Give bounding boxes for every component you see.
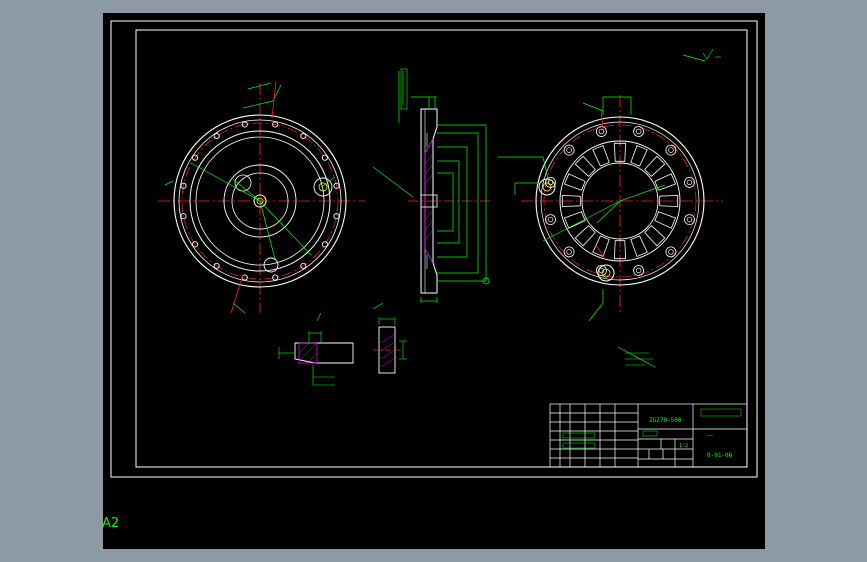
rear-bolt-hole-inner (635, 267, 642, 274)
rear-bolt-hole (563, 144, 575, 156)
radial-slot (654, 211, 677, 229)
detail-a-outline (294, 342, 354, 364)
rear-bolt-hole (545, 214, 556, 226)
sheet-size-label: A2 (102, 516, 120, 531)
rear-bolt-hole (684, 176, 695, 188)
rear-bolt-hole (665, 144, 677, 156)
rear-bolt-hole (633, 265, 644, 276)
inner-frame (135, 29, 748, 468)
roughness-note (702, 48, 721, 60)
material-note-text: —— (707, 433, 714, 439)
detail-view-a[interactable] (278, 312, 354, 386)
detail-a-dimensions (278, 312, 335, 386)
rear-bolt-hole (665, 246, 677, 258)
rear-bolt-hole (595, 126, 607, 137)
radial-slot (630, 235, 648, 258)
rear-bolt-hole (563, 246, 575, 258)
rear-bolt-hole-inner (668, 147, 674, 153)
radial-slot (630, 144, 648, 167)
radial-slot (574, 155, 596, 177)
section-label-box (400, 68, 408, 110)
rear-bolt-hole-inner (547, 216, 554, 223)
angle-ref-line-2 (230, 274, 244, 314)
drawing-number-text: 0-01-06 (707, 452, 733, 459)
title-block-fills (562, 408, 742, 449)
rear-bolt-hole-inner (566, 249, 572, 255)
bolt-hole (213, 133, 220, 140)
radial-slot (644, 155, 666, 177)
rear-bolt-hole-inner (566, 147, 572, 153)
rear-bolt-hole-inner (686, 216, 693, 223)
bolt-hole (300, 133, 307, 140)
rear-bolt-hole-inner (668, 249, 674, 255)
drawing-sheet[interactable]: ZG270-500 1:2 0-01-06 —— (103, 13, 765, 549)
rear-bolt-hole-inner (686, 179, 693, 186)
technical-notes (625, 352, 653, 366)
section-view[interactable] (372, 68, 493, 303)
rear-view-plate[interactable] (498, 54, 723, 368)
rear-dimensions (498, 54, 706, 368)
section-hatch (425, 154, 433, 240)
radial-slot (563, 211, 586, 229)
rear-bolt-hole (684, 214, 695, 226)
angle-ref-line (271, 80, 277, 119)
detail-view-b[interactable] (372, 302, 407, 374)
title-block[interactable]: ZG270-500 1:2 0-01-06 —— (549, 403, 748, 468)
detail-b-dimensions (372, 302, 407, 360)
radial-slot (574, 225, 596, 247)
outer-frame (110, 20, 758, 478)
section-dimensions (372, 71, 490, 303)
rear-bolt-hole-inner (598, 128, 605, 135)
part-number-text: ZG270-500 (649, 417, 682, 424)
front-view-flange[interactable] (158, 80, 365, 314)
cad-drawing[interactable]: ZG270-500 1:2 0-01-06 —— (103, 13, 765, 549)
scale-text: 1:2 (679, 443, 688, 449)
rear-bolt-hole-inner (635, 128, 642, 135)
radial-slot (592, 144, 610, 167)
rear-bolt-hole (633, 126, 644, 137)
bolt-hole (321, 154, 328, 161)
radial-slot (563, 173, 586, 191)
radial-slot (644, 225, 666, 247)
detail-b-hatch (380, 334, 394, 368)
